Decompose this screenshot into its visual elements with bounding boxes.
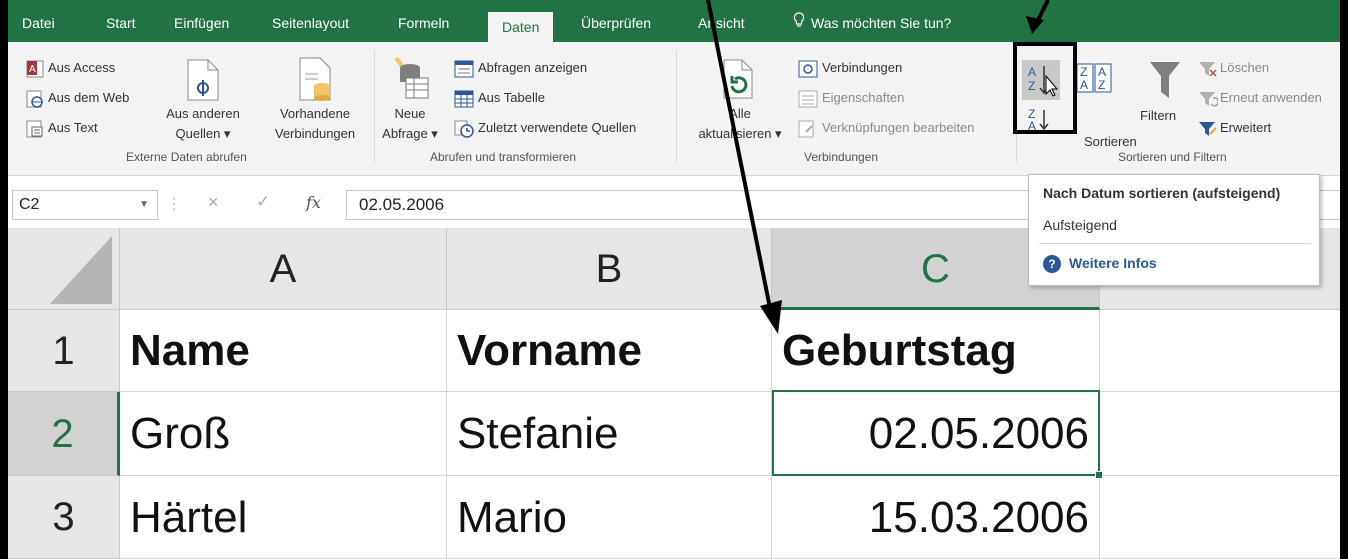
- arrow-to-geburtstag-icon: [706, 0, 782, 334]
- excel-window: Datei Start Einfügen Seitenlayout Formel…: [0, 0, 1348, 559]
- annotation-arrows: [706, 0, 1050, 334]
- arrow-to-sort-button-icon: [1026, 0, 1050, 34]
